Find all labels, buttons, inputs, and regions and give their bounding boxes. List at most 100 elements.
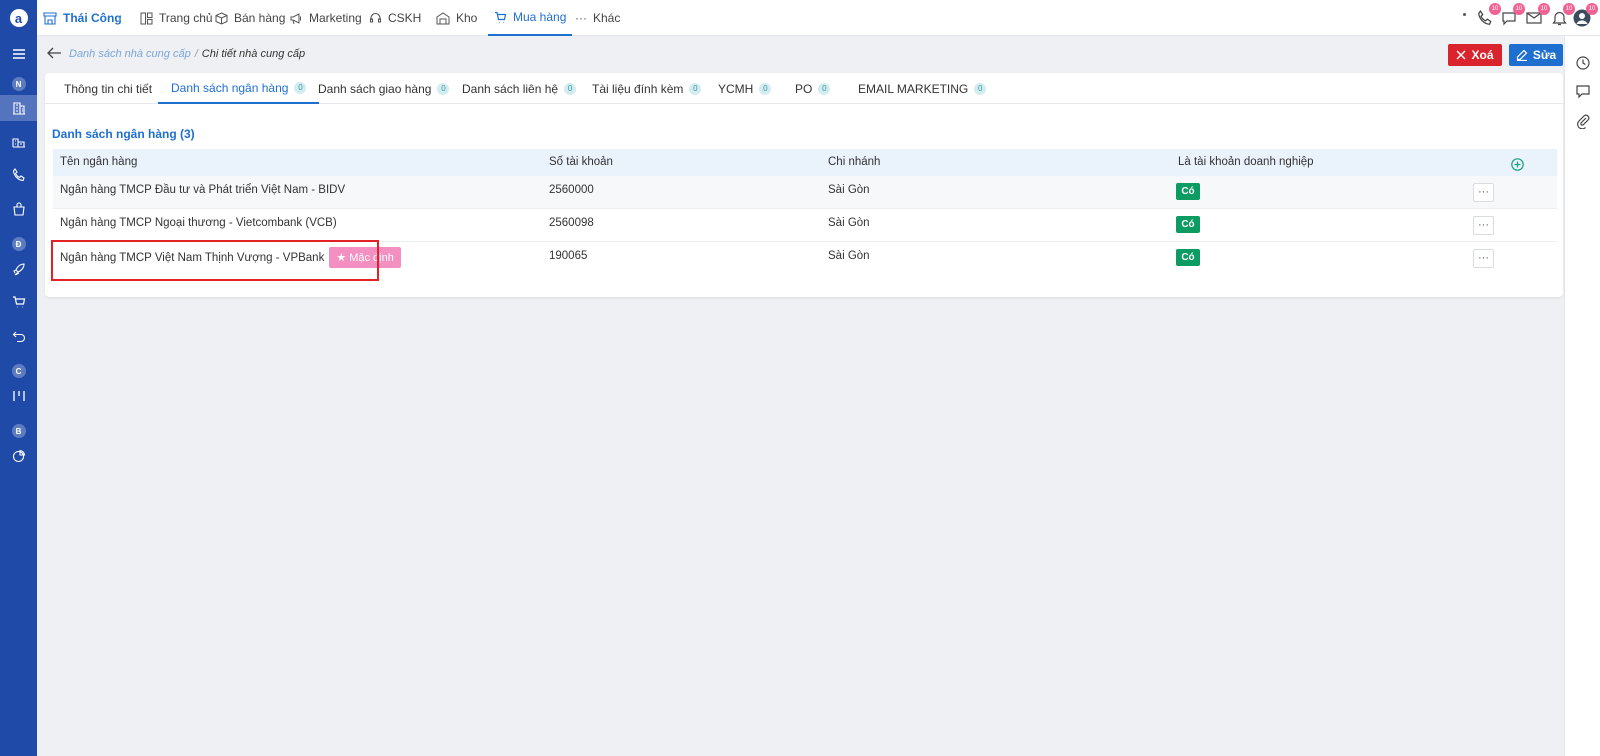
warehouse-icon bbox=[436, 11, 450, 24]
ellipsis-icon: ··· bbox=[575, 11, 587, 25]
tab-count-badge: 0 bbox=[294, 81, 307, 94]
account-number: 2560000 bbox=[549, 184, 594, 196]
right-rail bbox=[1564, 36, 1600, 756]
pie-chart-icon bbox=[12, 449, 25, 463]
header-business-account: Là tài khoản doanh nghiệp bbox=[1178, 156, 1314, 168]
comment-icon[interactable] bbox=[1575, 83, 1591, 99]
sidebar-item-pipeline[interactable] bbox=[0, 383, 37, 409]
delete-button[interactable]: Xoá bbox=[1448, 44, 1502, 66]
account-number: 190065 bbox=[549, 250, 588, 262]
tab-delivery-list[interactable]: Danh sách giao hàng 0 bbox=[318, 73, 450, 104]
phone-icon bbox=[12, 168, 25, 182]
breadcrumb-separator: / bbox=[194, 48, 198, 60]
brand-company[interactable]: Thái Công bbox=[43, 0, 122, 36]
sidebar-item-returns[interactable] bbox=[0, 323, 37, 349]
row-actions-button[interactable]: ··· bbox=[1473, 216, 1494, 235]
sidebar-group-d: Đ bbox=[0, 231, 37, 257]
sidebar-group-c: C bbox=[0, 358, 37, 384]
buildings-icon bbox=[11, 138, 25, 148]
tab-count-badge: 0 bbox=[818, 82, 831, 95]
chevron-right-icon: › bbox=[117, 10, 122, 26]
sidebar-item-reports[interactable] bbox=[0, 443, 37, 469]
tab-details[interactable]: Thông tin chi tiết bbox=[64, 73, 152, 104]
header-account-number: Số tài khoản bbox=[549, 156, 613, 168]
business-account-badge: Có bbox=[1176, 216, 1200, 233]
tab-count-badge: 0 bbox=[759, 82, 772, 95]
undo-icon bbox=[12, 331, 25, 343]
paperclip-icon[interactable] bbox=[1575, 113, 1591, 129]
badge-count: 10 bbox=[1586, 3, 1598, 15]
status-dot bbox=[1463, 13, 1466, 16]
branch: Sài Gòn bbox=[828, 184, 870, 196]
table-row[interactable]: Ngân hàng TMCP Đầu tư và Phát triển Việt… bbox=[53, 176, 1557, 209]
top-navbar: Thái Công › Trang chủ Bán hàng Marketing… bbox=[37, 0, 1600, 36]
menu-toggle[interactable] bbox=[0, 41, 37, 67]
header-bank-name: Tên ngân hàng bbox=[60, 156, 138, 168]
tab-ycmh[interactable]: YCMH 0 bbox=[718, 73, 772, 104]
nav-sales[interactable]: Bán hàng bbox=[215, 0, 285, 36]
table-row[interactable]: Ngân hàng TMCP Ngoại thương - Vietcomban… bbox=[53, 209, 1557, 242]
box-icon bbox=[215, 11, 228, 25]
columns-icon bbox=[12, 391, 25, 401]
headset-icon bbox=[369, 12, 382, 23]
app-logo[interactable]: a bbox=[0, 5, 37, 31]
highlight-box bbox=[51, 240, 379, 281]
breadcrumb-supplier-list[interactable]: Danh sách nhà cung cấp bbox=[69, 48, 191, 60]
header-branch: Chi nhánh bbox=[828, 156, 881, 168]
bank-name: Ngân hàng TMCP Ngoại thương - Vietcomban… bbox=[60, 217, 337, 229]
business-account-badge: Có bbox=[1176, 183, 1200, 200]
back-arrow-icon[interactable] bbox=[46, 46, 62, 60]
sidebar-item-launch[interactable] bbox=[0, 256, 37, 282]
tab-bank-list[interactable]: Danh sách ngân hàng 0 bbox=[158, 73, 320, 104]
edit-button[interactable]: Sửa bbox=[1509, 44, 1563, 66]
logo-icon: a bbox=[9, 9, 28, 27]
nav-home[interactable]: Trang chủ bbox=[140, 0, 213, 36]
close-icon bbox=[1456, 50, 1466, 60]
bank-name: Ngân hàng TMCP Đầu tư và Phát triển Việt… bbox=[60, 184, 346, 196]
table-header: Tên ngân hàng Số tài khoản Chi nhánh Là … bbox=[53, 149, 1557, 176]
breadcrumb: Danh sách nhà cung cấp / Chi tiết nhà cung… bbox=[69, 48, 305, 60]
sidebar-item-partners[interactable] bbox=[0, 129, 37, 155]
sidebar-item-supplier[interactable] bbox=[0, 95, 37, 121]
chat-button[interactable]: 10 bbox=[1499, 3, 1525, 28]
nav-customer-care[interactable]: CSKH bbox=[369, 0, 421, 36]
row-actions-button[interactable]: ··· bbox=[1473, 183, 1494, 202]
tab-email-marketing[interactable]: EMAIL MARKETING 0 bbox=[858, 73, 987, 104]
business-account-badge: Có bbox=[1176, 249, 1200, 266]
nav-marketing[interactable]: Marketing bbox=[289, 0, 362, 36]
edit-icon bbox=[1516, 49, 1528, 61]
nav-warehouse[interactable]: Kho bbox=[436, 0, 477, 36]
nav-purchasing[interactable]: Mua hàng bbox=[488, 0, 573, 36]
sidebar-item-calls[interactable] bbox=[0, 162, 37, 188]
user-avatar[interactable]: 10 bbox=[1572, 3, 1598, 28]
tab-attachments[interactable]: Tài liệu đính kèm 0 bbox=[592, 73, 702, 104]
rocket-icon bbox=[12, 263, 25, 276]
branch: Sài Gòn bbox=[828, 250, 870, 262]
tab-count-badge: 0 bbox=[689, 82, 702, 95]
left-sidebar: a N Đ C B bbox=[0, 0, 37, 756]
tab-count-badge: 0 bbox=[974, 82, 987, 95]
sidebar-item-sales[interactable] bbox=[0, 196, 37, 222]
section-title: Danh sách ngân hàng (3) bbox=[52, 127, 195, 141]
row-actions-button[interactable]: ··· bbox=[1473, 249, 1494, 268]
sidebar-group-b: B bbox=[0, 418, 37, 444]
sidebar-item-purchasing[interactable] bbox=[0, 289, 37, 315]
tab-count-badge: 0 bbox=[437, 82, 450, 95]
account-number: 2560098 bbox=[549, 217, 594, 229]
cart-icon bbox=[495, 11, 507, 23]
tab-count-badge: 0 bbox=[564, 82, 577, 95]
shopping-bag-icon bbox=[12, 202, 25, 216]
nav-more[interactable]: ··· Khác bbox=[575, 0, 620, 36]
branch: Sài Gòn bbox=[828, 217, 870, 229]
add-row-icon[interactable] bbox=[1511, 158, 1524, 171]
history-icon[interactable] bbox=[1575, 55, 1591, 71]
mail-button[interactable]: 10 bbox=[1524, 3, 1550, 28]
home-grid-icon bbox=[140, 12, 153, 24]
sidebar-group-n: N bbox=[0, 71, 37, 97]
calls-button[interactable]: 10 bbox=[1475, 3, 1501, 28]
tab-po[interactable]: PO 0 bbox=[795, 73, 831, 104]
notifications-button[interactable]: 10 bbox=[1549, 3, 1575, 28]
tab-contact-list[interactable]: Danh sách liên hệ 0 bbox=[462, 73, 577, 104]
cart-icon bbox=[12, 296, 25, 308]
breadcrumb-current: Chi tiết nhà cung cấp bbox=[201, 48, 306, 60]
